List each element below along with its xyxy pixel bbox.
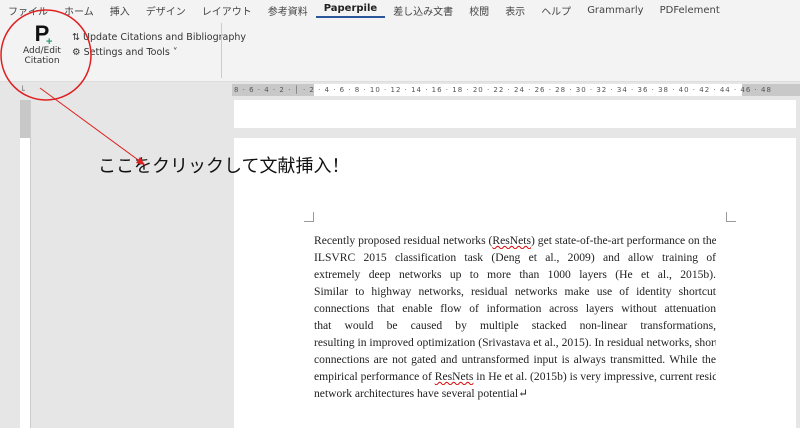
annotation-arrow (39, 87, 146, 166)
annotation-overlay (0, 9, 146, 166)
arrow-head (136, 157, 145, 165)
highlight-circle (0, 9, 92, 101)
